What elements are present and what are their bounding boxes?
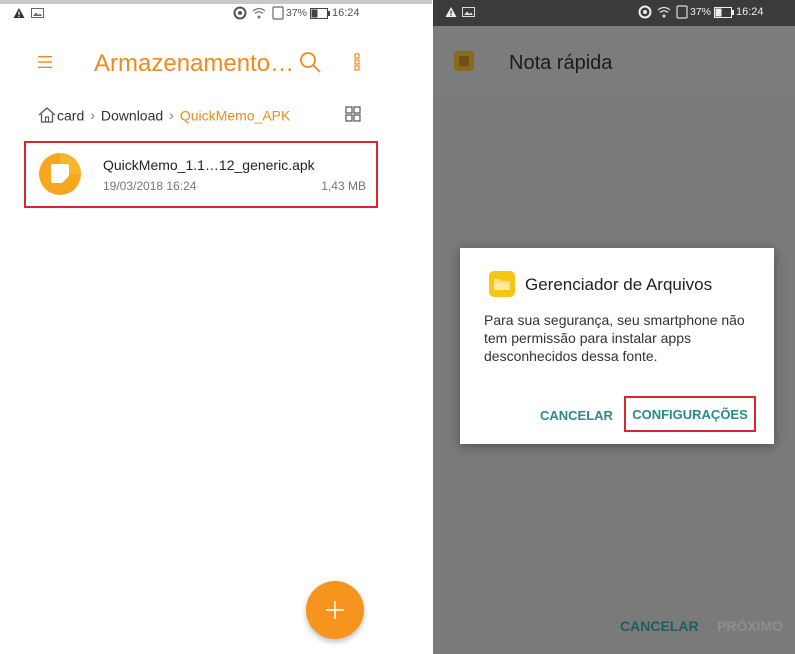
cancel-button[interactable]: CANCELAR [540,408,613,423]
nfc-icon [676,5,688,19]
more-options-icon[interactable] [354,53,360,71]
quickmemo-app-icon [454,51,474,71]
home-icon[interactable] [38,107,56,123]
breadcrumb-item-download[interactable]: Download [101,107,163,123]
security-dialog: Gerenciador de Arquivos Para sua seguran… [460,248,774,444]
image-notification-icon [462,6,475,18]
sync-icon [638,5,652,19]
quickmemo-apk-icon [38,152,82,196]
file-date: 19/03/2018 16:24 [103,179,197,193]
wifi-icon [252,6,266,20]
image-notification-icon [31,7,44,19]
file-list-item[interactable]: QuickMemo_1.1…12_generic.apk 19/03/2018 … [24,141,378,208]
breadcrumb: card › Download › QuickMemo_APK [38,106,290,123]
battery-percent: 37% [690,6,712,18]
grid-view-icon[interactable] [345,106,361,122]
bottom-cancel-button[interactable]: CANCELAR [620,618,699,634]
wifi-icon [657,5,671,19]
breadcrumb-item-card[interactable]: card [57,107,84,123]
menu-icon[interactable] [38,55,52,69]
nfc-icon [272,6,284,20]
toolbar-title: Nota rápida [509,52,613,74]
breadcrumb-item-current[interactable]: QuickMemo_APK [180,107,290,123]
search-icon[interactable] [298,50,322,74]
chevron-right-icon: › [169,107,174,124]
warning-icon [445,6,457,18]
add-button[interactable] [306,581,364,639]
status-bar: 37% 16:24 [433,3,795,23]
sync-icon [233,6,247,20]
plus-icon [324,599,346,621]
clock: 16:24 [736,6,764,18]
battery-icon [714,7,734,18]
clock: 16:24 [332,7,360,19]
file-size: 1,43 MB [321,179,366,193]
dialog-message: Para sua segurança, seu smartphone não t… [484,312,745,364]
chevron-right-icon: › [90,107,95,124]
settings-button[interactable]: CONFIGURAÇÕES [624,396,756,432]
install-blocked-screen: 37% 16:24 Nota rápida Gerenciador de Arq… [433,0,795,654]
status-bar: 37% 16:24 [0,4,432,24]
app-title: Armazenamento… [94,50,295,77]
warning-icon [13,7,25,19]
dialog-title: Gerenciador de Arquivos [525,275,713,294]
next-button[interactable]: PRÓXIMO [717,618,783,634]
battery-percent: 37% [286,7,308,19]
battery-icon [310,8,330,19]
folder-icon [489,271,515,297]
file-name: QuickMemo_1.1…12_generic.apk [103,157,315,173]
toolbar [433,26,795,96]
file-manager-screen: 37% 16:24 Armazenamento… card › Download › Q… [0,0,432,654]
